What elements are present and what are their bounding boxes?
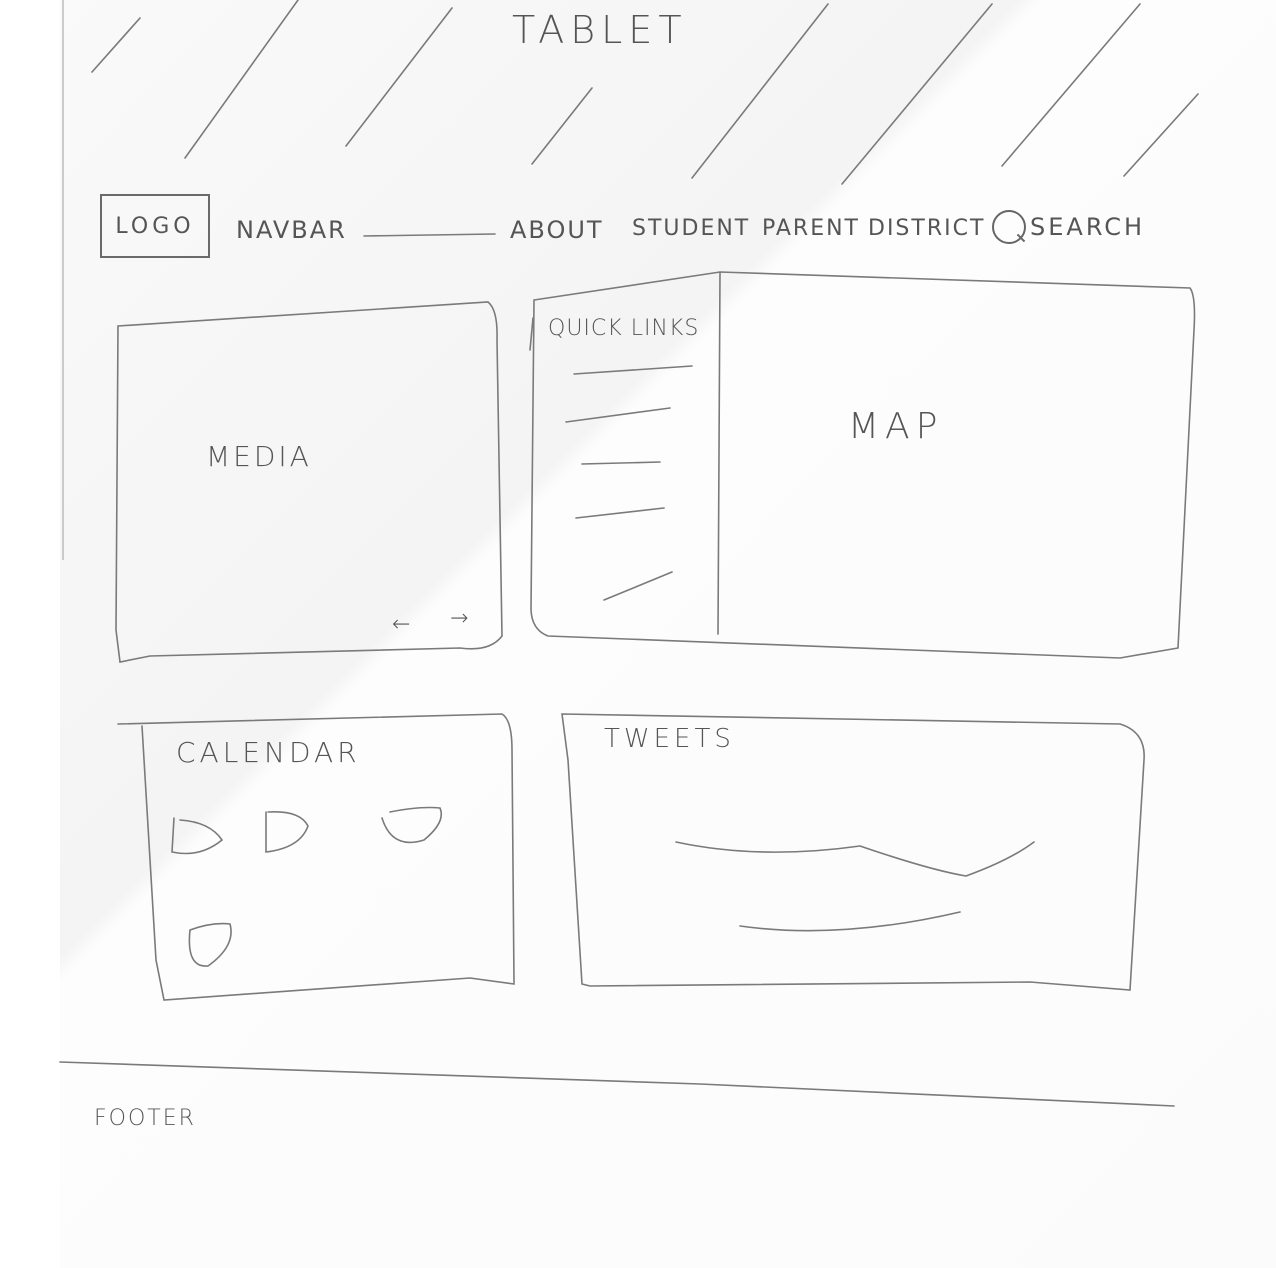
calendar-day-shape — [188, 922, 232, 967]
quicklinks-slash — [529, 317, 534, 351]
media-prev-arrow[interactable]: ← — [392, 612, 410, 637]
quick-link-line — [603, 571, 673, 601]
footer-label: FOOTER — [94, 1106, 196, 1131]
nav-link-about[interactable]: ABOUT — [510, 216, 604, 244]
search-label[interactable]: SEARCH — [1030, 213, 1145, 241]
search-control[interactable]: SEARCH — [992, 210, 1145, 244]
calendar-day-shape — [381, 806, 443, 844]
calendar-day-shape — [171, 817, 224, 855]
header-hatch-line — [345, 7, 453, 147]
header-hatch-line — [841, 3, 993, 185]
media-box-outline — [115, 301, 503, 663]
tweet-line — [739, 911, 961, 932]
media-next-arrow[interactable]: → — [450, 606, 468, 631]
nav-link-student[interactable]: STUDENT — [632, 216, 750, 241]
nav-link-district[interactable]: DISTRICT — [868, 216, 985, 241]
header-hatch-line — [691, 3, 829, 179]
quick-links-label: QUICK LINKS — [548, 316, 700, 341]
quicklinks-divider — [717, 271, 721, 635]
logo[interactable]: LOGO — [100, 194, 210, 258]
media-label: MEDIA — [206, 440, 312, 473]
navbar-connector-line — [363, 233, 496, 237]
tweets-box-outline — [561, 713, 1145, 991]
quick-link-line — [565, 407, 671, 423]
calendar-label: CALENDAR — [176, 736, 361, 769]
page-title: TABLET — [512, 8, 688, 52]
header-hatch-line — [184, 0, 299, 159]
search-icon[interactable] — [992, 210, 1026, 244]
calendar-day-shape — [265, 810, 309, 853]
quick-link-line — [573, 365, 693, 375]
nav-link-parent[interactable]: PARENT — [762, 216, 860, 241]
quick-link-line — [575, 507, 665, 519]
footer-divider — [59, 1061, 1175, 1107]
header-hatch-line — [91, 17, 141, 73]
tweets-label: TWEETS — [604, 724, 735, 754]
map-label: MAP — [848, 406, 944, 447]
navbar-label: NAVBAR — [236, 216, 347, 244]
sketch-lines — [59, 0, 1199, 1107]
header-hatch-line — [531, 87, 593, 165]
header-hatch-line — [1001, 3, 1141, 167]
header-hatch-line — [1123, 93, 1199, 177]
tweet-line — [675, 841, 1035, 877]
quick-link-line — [581, 461, 661, 465]
